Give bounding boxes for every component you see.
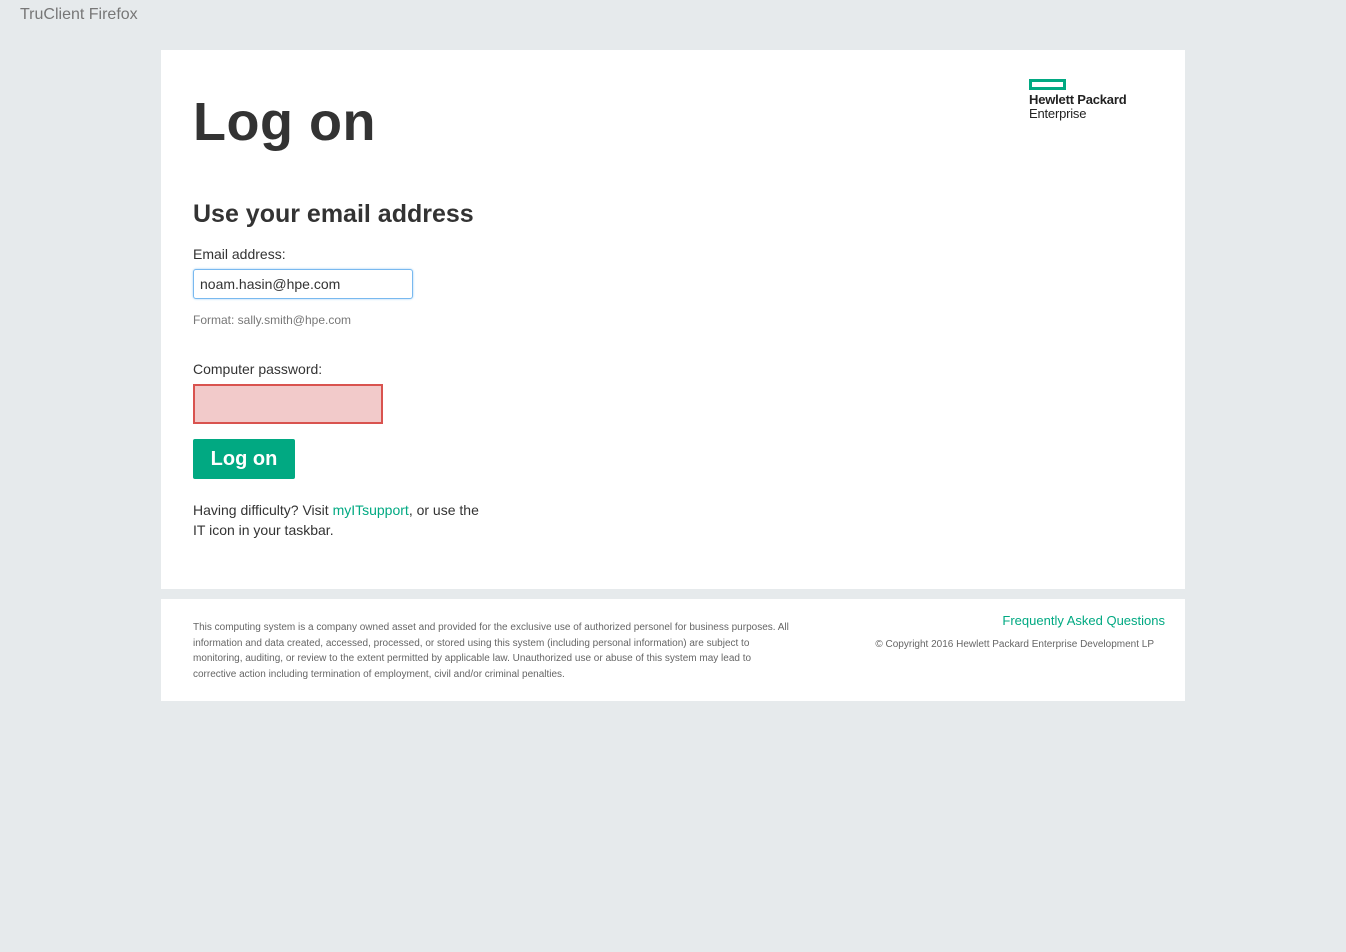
logo-text-line2: Enterprise bbox=[1029, 106, 1087, 121]
login-card: Log on Hewlett Packard Enterprise Use yo… bbox=[161, 50, 1185, 589]
page-title: Log on bbox=[193, 92, 376, 152]
password-field[interactable] bbox=[193, 384, 383, 424]
myitsupport-link[interactable]: myITsupport bbox=[333, 502, 409, 518]
disclaimer-text: This computing system is a company owned… bbox=[193, 622, 789, 680]
footer: This computing system is a company owned… bbox=[161, 599, 1185, 701]
help-text: Having difficulty? Visit myITsupport, or… bbox=[193, 500, 493, 540]
log-on-button[interactable]: Log on bbox=[193, 439, 295, 479]
window-title: TruClient Firefox bbox=[20, 6, 138, 23]
help-text-prefix: Having difficulty? Visit bbox=[193, 502, 333, 518]
section-heading: Use your email address bbox=[193, 200, 474, 228]
hpe-logo: Hewlett Packard Enterprise bbox=[1029, 79, 1149, 121]
hpe-logo-mark-icon bbox=[1029, 79, 1066, 90]
logo-text-line1: Hewlett Packard bbox=[1029, 92, 1127, 107]
password-label: Computer password: bbox=[193, 361, 323, 377]
email-label: Email address: bbox=[193, 246, 286, 262]
email-field[interactable] bbox=[193, 269, 413, 299]
copyright-text: © Copyright 2016 Hewlett Packard Enterpr… bbox=[875, 639, 1154, 650]
faq-link[interactable]: Frequently Asked Questions bbox=[1002, 613, 1165, 628]
email-format-hint: Format: sally.smith@hpe.com bbox=[193, 313, 351, 327]
